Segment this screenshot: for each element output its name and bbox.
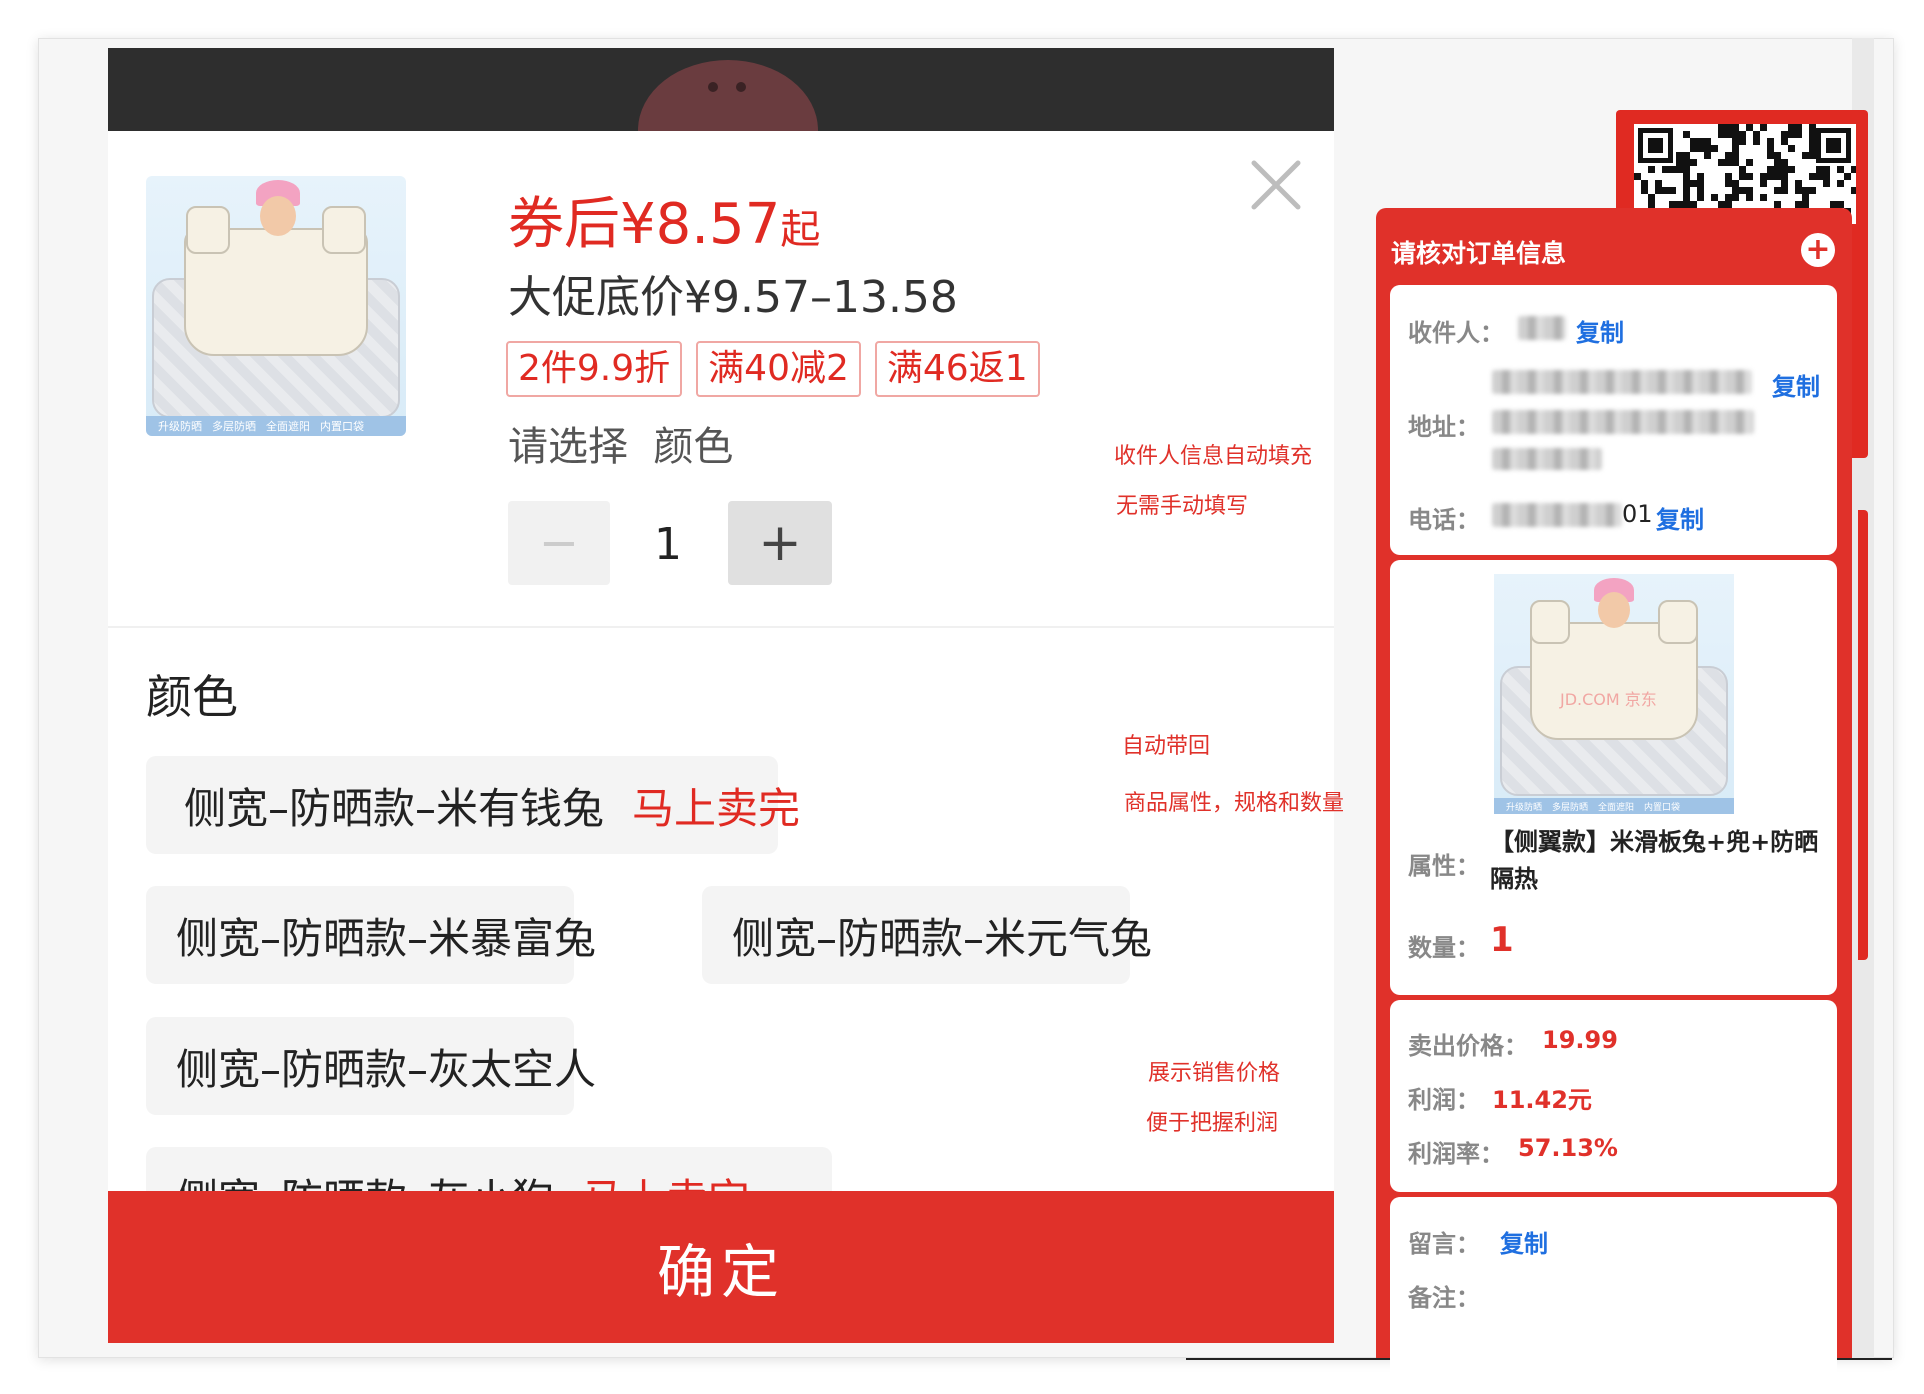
- receiver-name-blurred: [1518, 316, 1566, 340]
- promo-tags: 2件9.9折 满40减2 满46返1: [506, 341, 1040, 397]
- address-blurred: [1492, 410, 1754, 434]
- thumb-strip-text: 全面遮阳: [266, 420, 310, 433]
- phone-blurred: [1492, 503, 1622, 527]
- copy-message-button[interactable]: 复制: [1500, 1224, 1548, 1259]
- thumb-strip-text: 升级防晒: [158, 420, 202, 433]
- color-option-1[interactable]: 侧宽–防晒款–米有钱兔 马上卖完: [146, 756, 800, 854]
- color-option-label: 侧宽–防晒款–米有钱兔: [184, 783, 605, 833]
- copy-receiver-button[interactable]: 复制: [1576, 313, 1624, 348]
- thumb-strip-text: 升级防晒: [1506, 802, 1543, 813]
- annotation-note: 展示销售价格: [1148, 1061, 1281, 1086]
- thumb-strip-text: 内置口袋: [320, 420, 364, 433]
- product-thumbnail: 升级防晒 多层防晒 全面遮阳 内置口袋: [146, 176, 406, 436]
- close-icon[interactable]: [1248, 157, 1304, 213]
- thumb-cape-right: [1658, 600, 1698, 644]
- sell-price-value: 19.99: [1542, 1026, 1618, 1054]
- thumb-strip-text: 全面遮阳: [1598, 802, 1635, 813]
- quantity-minus-button[interactable]: −: [508, 501, 610, 585]
- promo-tag: 满40减2: [696, 341, 861, 397]
- annotation-note: 商品属性，规格和数量: [1124, 791, 1345, 816]
- phone-label: 电话：: [1408, 506, 1480, 534]
- color-option-2[interactable]: 侧宽–防晒款–米暴富兔: [146, 886, 596, 984]
- color-section-title: 颜色: [146, 670, 238, 724]
- thumb-strip-text: 内置口袋: [1644, 802, 1681, 813]
- product-banner: [108, 48, 1334, 131]
- color-option-4[interactable]: 侧宽–防晒款–灰太空人: [146, 1017, 596, 1115]
- color-option-label: 侧宽–防晒款–米暴富兔: [176, 913, 597, 963]
- color-option-label: 侧宽–防晒款–米元气兔: [732, 913, 1153, 963]
- promo-tag: 2件9.9折: [506, 341, 683, 397]
- address-label: 地址：: [1408, 413, 1480, 441]
- confirm-button[interactable]: 确定: [108, 1191, 1334, 1343]
- coupon-price: 券后¥8.57起: [508, 179, 820, 260]
- annotation-note: 便于把握利润: [1146, 1111, 1279, 1136]
- profit-rate-value: 57.13%: [1518, 1134, 1618, 1162]
- profit-label: 利润：: [1408, 1086, 1480, 1114]
- order-panel-title: 请核对订单信息: [1391, 239, 1567, 268]
- message-label: 留言：: [1408, 1230, 1480, 1258]
- add-icon[interactable]: +: [1801, 233, 1835, 267]
- annotation-note: 收件人信息自动填充: [1114, 444, 1313, 469]
- sku-selection-sheet: 升级防晒 多层防晒 全面遮阳 内置口袋 券后¥8.57起 大促底价¥9.57–1…: [108, 131, 1334, 1191]
- banner-dot: [736, 82, 746, 92]
- section-divider: [108, 626, 1334, 628]
- thumb-cape-right: [322, 206, 366, 254]
- promo-tag: 满46返1: [874, 341, 1040, 397]
- promo-price-range: 大促底价¥9.57–13.58: [508, 272, 958, 323]
- thumb-strip-text: 多层防晒: [212, 420, 256, 433]
- image-watermark: JD.COM 京东: [1560, 690, 1657, 709]
- thumb-strip-text: 多层防晒: [1552, 802, 1589, 813]
- color-option-label: 侧宽–防晒款–灰太空人: [176, 1044, 597, 1094]
- remark-label: 备注：: [1408, 1284, 1480, 1312]
- sellout-badge: 马上卖完: [632, 783, 801, 833]
- color-option-3[interactable]: 侧宽–防晒款–米元气兔: [702, 886, 1152, 984]
- order-product-image: JD.COM 京东 升级防晒 多层防晒 全面遮阳 内置口袋: [1494, 574, 1734, 814]
- color-option-5[interactable]: 侧宽–防晒款–灰小狗 马上卖完: [146, 1147, 832, 1191]
- color-option-label: 侧宽–防晒款–灰小狗: [176, 1166, 554, 1192]
- address-blurred: [1492, 370, 1752, 394]
- profit-rate-label: 利润率：: [1408, 1140, 1504, 1168]
- thumb-feature-strip: 升级防晒 多层防晒 全面遮阳 内置口袋: [146, 416, 406, 436]
- copy-address-button[interactable]: 复制: [1772, 367, 1820, 402]
- thumb-cape-left: [1530, 600, 1570, 644]
- thumb-face: [1598, 592, 1630, 628]
- attr-value: 【侧翼款】米滑板兔+兜+防晒隔热: [1490, 828, 1819, 893]
- qty-value: 1: [1490, 920, 1514, 960]
- phone-visible-suffix: 01: [1622, 500, 1653, 528]
- choose-prompt: 请选择 颜色: [508, 424, 734, 470]
- sell-price-label: 卖出价格：: [1408, 1032, 1528, 1060]
- banner-helmet-shape: [638, 60, 818, 131]
- thumb-cape-left: [186, 206, 230, 254]
- qty-label: 数量：: [1408, 934, 1480, 962]
- annotation-note: 无需手动填写: [1116, 494, 1249, 519]
- thumb-face: [260, 196, 296, 236]
- address-blurred: [1492, 448, 1602, 470]
- annotation-note: 自动带回: [1122, 734, 1211, 759]
- attr-label: 属性：: [1408, 852, 1480, 880]
- quantity-value[interactable]: 1: [628, 509, 708, 579]
- coupon-price-suffix: 起: [780, 207, 821, 253]
- profit-value: 11.42元: [1492, 1086, 1592, 1114]
- banner-dot: [708, 82, 718, 92]
- thumb-feature-strip: 升级防晒 多层防晒 全面遮阳 内置口袋: [1494, 798, 1734, 814]
- quantity-plus-button[interactable]: +: [728, 501, 832, 585]
- coupon-price-value: 券后¥8.57: [508, 192, 781, 257]
- copy-phone-button[interactable]: 复制: [1656, 500, 1704, 535]
- sellout-badge: 马上卖完: [582, 1166, 750, 1192]
- receiver-label: 收件人：: [1408, 319, 1504, 347]
- side-red-tab: [1858, 510, 1868, 960]
